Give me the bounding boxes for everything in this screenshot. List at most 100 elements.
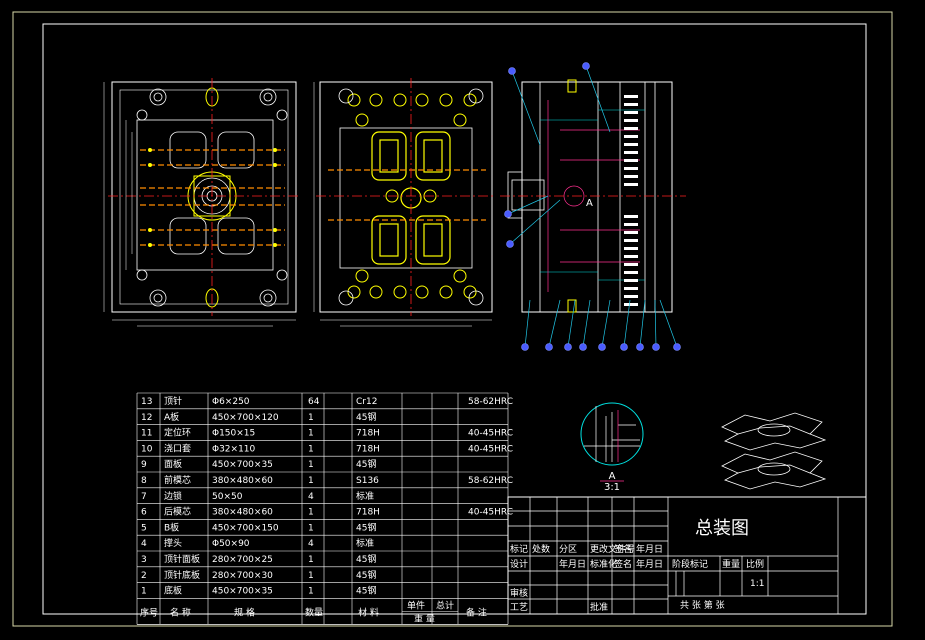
bom-cell-material: S136	[356, 476, 379, 486]
bom-cell-no: 5	[141, 523, 147, 533]
bom-cell-material: 45钢	[356, 411, 376, 423]
bom-cell-material: 45钢	[356, 458, 376, 470]
bom-cell-name: 浇口套	[164, 442, 191, 454]
bom-cell-remark: 40-45HRC	[468, 429, 513, 439]
isometric-part-views	[721, 412, 827, 490]
bom-cell-no: 6	[141, 508, 147, 518]
tb-biaozhunhua: 标准化	[590, 558, 617, 570]
bom-cell-name: 定位环	[164, 427, 191, 439]
tb-qianming2: 签名	[614, 558, 632, 570]
bom-header-single: 单件	[407, 599, 425, 611]
bom-cell-remark: 58-62HRC	[468, 476, 513, 486]
bom-cell-spec: Φ50×90	[212, 539, 250, 549]
bom-cell-name: B板	[164, 521, 179, 533]
tb-pizhun: 批准	[590, 601, 608, 613]
tb-biaoji: 标记	[510, 543, 528, 555]
bom-cell-spec: Φ150×15	[212, 429, 255, 439]
bom-cell-name: 面板	[164, 458, 182, 470]
detail-scale: 3:1	[604, 482, 620, 493]
tb-sheet: 共 张 第 张	[680, 599, 725, 611]
tb-nianyueri: 年月日	[636, 543, 663, 555]
bom-cell-no: 13	[141, 397, 152, 407]
bom-cell-no: 1	[141, 587, 147, 597]
rear-plan-view	[313, 78, 496, 327]
bom-cell-qty: 1	[308, 413, 314, 423]
bom-cell-remark: 58-62HRC	[468, 397, 513, 407]
bom-cell-qty: 4	[308, 492, 314, 502]
bom-cell-material: 45钢	[356, 521, 376, 533]
section-marker: A	[586, 198, 593, 209]
bom-cell-no: 12	[141, 413, 152, 423]
bom-cell-no: 11	[141, 429, 152, 439]
tb-gongyi: 工艺	[510, 602, 528, 613]
bom-cell-material: Cr12	[356, 397, 377, 407]
tb-fenqu: 分区	[559, 544, 577, 555]
bom-cell-name: 顶针底板	[164, 569, 200, 581]
bom-cell-qty: 1	[308, 571, 314, 581]
outer-frame	[12, 11, 893, 627]
tb-scale: 1:1	[750, 579, 764, 589]
bom-cell-spec: 450×700×35	[212, 460, 273, 470]
bom-cell-spec: 450×700×35	[212, 587, 273, 597]
bom-cell-name: 底板	[164, 585, 182, 597]
bom-cell-material: 718H	[356, 444, 380, 454]
bom-cell-qty: 1	[308, 444, 314, 454]
bom-cell-remark: 40-45HRC	[468, 444, 513, 454]
tb-bili: 比例	[746, 558, 764, 570]
bom-cell-spec: Φ32×110	[212, 444, 256, 454]
bom-cell-spec: 280×700×25	[212, 555, 273, 565]
bom-cell-name: 撑头	[164, 537, 182, 549]
bom-cell-qty: 1	[308, 523, 314, 533]
bom-cell-qty: 1	[308, 460, 314, 470]
bom-cell-material: 45钢	[356, 569, 376, 581]
bom-cell-qty: 1	[308, 508, 314, 518]
bom-cell-qty: 1	[308, 587, 314, 597]
bom-cell-name: A板	[164, 411, 179, 423]
bom-cell-material: 45钢	[356, 553, 376, 565]
bom-cell-material: 718H	[356, 508, 380, 518]
bom-cell-no: 9	[141, 460, 147, 470]
bom-cell-spec: 280×700×30	[212, 571, 273, 581]
tb-jieduan: 阶段标记	[672, 558, 708, 570]
bom-cell-spec: 450×700×150	[212, 523, 279, 533]
bom-cell-qty: 1	[308, 476, 314, 486]
bom-cell-remark: 40-45HRC	[468, 508, 513, 518]
bom-cell-qty: 4	[308, 539, 314, 549]
bom-cell-name: 前模芯	[164, 474, 191, 486]
bom-cell-material: 45钢	[356, 585, 376, 597]
cad-drawing: A A 3:1 13 顶针 Φ6×250 64 Cr12 58-62HRC12 A板 450×…	[12, 11, 893, 627]
bom-header-remark: 备 注	[466, 606, 487, 618]
bom-header-total: 总计	[436, 599, 454, 611]
bom-cell-name: 顶针	[164, 395, 182, 407]
tb-shenhe: 审核	[510, 587, 528, 599]
bom-cell-spec: 380×480×60	[212, 476, 273, 486]
bom-cell-qty: 1	[308, 555, 314, 565]
bom-cell-no: 8	[141, 476, 147, 486]
bom-table: 13 顶针 Φ6×250 64 Cr12 58-62HRC12 A板 450×700×120 1…	[136, 392, 513, 625]
front-plan-view	[103, 78, 300, 327]
bom-cell-no: 7	[141, 492, 147, 502]
bom-header-weight: 重 量	[414, 612, 435, 624]
bom-cell-no: 3	[141, 555, 147, 565]
drawing-title: 总装图	[695, 518, 749, 539]
bom-cell-spec: Φ6×250	[212, 397, 250, 407]
bom-cell-spec: 50×50	[212, 492, 243, 502]
tb-qianming: 签名	[614, 543, 632, 555]
bom-cell-qty: 64	[308, 397, 320, 407]
bom-cell-no: 2	[141, 571, 147, 581]
bom-cell-name: 边锁	[164, 490, 182, 502]
tb-sheji: 设计	[510, 558, 528, 570]
bom-cell-qty: 1	[308, 429, 314, 439]
bom-cell-name: 顶针面板	[164, 553, 200, 565]
tb-nianyueri3: 年月日	[636, 558, 663, 570]
bom-cell-material: 标准	[356, 490, 374, 502]
bom-header-no: 序号	[140, 606, 158, 618]
bom-cell-name: 后模芯	[164, 506, 191, 518]
bom-cell-spec: 380×480×60	[212, 508, 273, 518]
bom-header-material: 材 料	[358, 606, 379, 618]
tb-zhongliang: 重量	[722, 558, 740, 570]
bom-cell-no: 4	[141, 539, 147, 549]
bom-header-spec: 规 格	[234, 606, 255, 618]
bom-cell-spec: 450×700×120	[212, 413, 279, 423]
section-view: A	[500, 79, 686, 313]
